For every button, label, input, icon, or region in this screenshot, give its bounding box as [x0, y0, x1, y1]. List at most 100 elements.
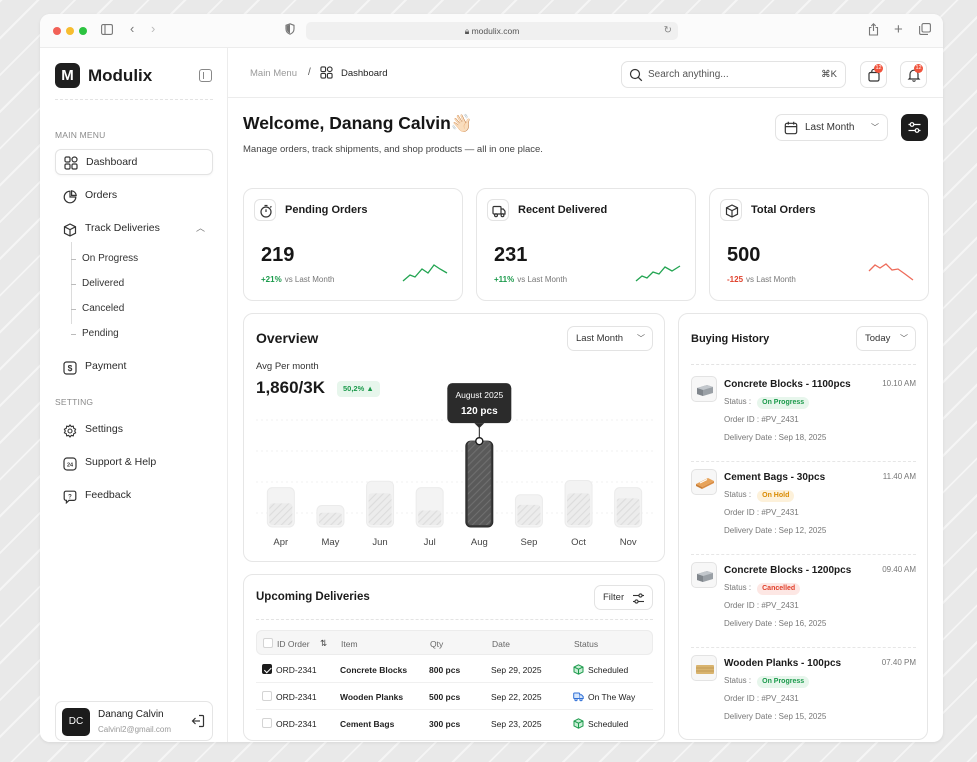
table-row[interactable]: ORD-2341 Wooden Planks 500 pcs Sep 22, 2… [256, 683, 653, 710]
sliders-icon [633, 593, 644, 604]
setting-heading: SETTING [55, 397, 94, 407]
x-axis-tick-label: May [321, 537, 339, 548]
concrete-block-image [697, 571, 713, 582]
table-row[interactable]: ORD-2341 Concrete Blocks 800 pcs Sep 29,… [256, 656, 653, 683]
chart-bar [517, 504, 541, 525]
notifications-button[interactable]: 12 [900, 61, 927, 88]
purchase-name: Concrete Blocks - 1100pcs [724, 379, 851, 390]
column-header-id[interactable]: ID Order [277, 639, 310, 649]
sidebar-subitem-pending[interactable]: Pending [71, 328, 119, 339]
stat-title: Pending Orders [285, 204, 368, 216]
buying-history-title: Buying History [691, 333, 770, 345]
delta-label: vs Last Month [517, 275, 568, 284]
brand-name: Modulix [88, 66, 153, 85]
cart-button[interactable]: 12 [860, 61, 887, 88]
status-label: Status : [724, 676, 752, 685]
back-arrow-icon[interactable]: ‹ [130, 21, 134, 36]
logout-icon[interactable] [191, 714, 205, 728]
sidebar-item-orders[interactable]: Orders [55, 182, 213, 208]
date-range-select[interactable]: Last Month ﹀ [775, 114, 888, 141]
status-label: Status : [724, 583, 752, 592]
search-input[interactable]: Search anything... ⌘K [621, 61, 846, 88]
list-item[interactable]: Cement Bags - 30pcs 11.40 AM Status : On … [691, 469, 916, 555]
tabs-overview-icon[interactable] [919, 23, 931, 38]
sidebar-item-track-deliveries[interactable]: Track Deliveries ︿ [55, 215, 213, 241]
order-status: Scheduled [588, 719, 629, 729]
stat-delta: -125 vs Last Month [727, 275, 796, 284]
select-all-checkbox[interactable] [263, 638, 273, 648]
chevron-up-icon[interactable]: ︿ [196, 215, 205, 241]
stat-title: Total Orders [751, 204, 816, 216]
list-item[interactable]: Concrete Blocks - 1100pcs 10.10 AM Statu… [691, 376, 916, 462]
box-icon [725, 204, 739, 218]
truck-icon [573, 692, 584, 702]
table-row[interactable]: ORD-2341 Cement Bags 300 pcs Sep 23, 202… [256, 710, 653, 737]
concrete-block-image [697, 385, 713, 396]
box-icon [573, 664, 584, 675]
list-item[interactable]: Concrete Blocks - 1200pcs 09.40 AM Statu… [691, 562, 916, 648]
column-header-status: Status [574, 639, 599, 649]
sidebar-subitem-on-progress[interactable]: On Progress [70, 253, 138, 264]
notifications-badge: 12 [914, 64, 923, 73]
filter-button[interactable]: Filter [594, 585, 653, 610]
maximize-window-dot[interactable] [79, 27, 87, 35]
row-checkbox[interactable] [262, 691, 272, 701]
stat-card-recent-delivered: Recent Delivered 231 +11% vs Last Month [476, 188, 696, 301]
chart-bar [567, 493, 591, 525]
order-status: Scheduled [588, 665, 629, 675]
order-id: ORD-2341 [276, 692, 317, 702]
purchase-time: 07.40 PM [881, 658, 916, 667]
minimize-window-dot[interactable] [66, 27, 74, 35]
order-date: Sep 22, 2025 [491, 692, 542, 702]
chart-tooltip-arrow [474, 423, 485, 429]
sidebar-subitem-canceled[interactable]: Canceled [70, 303, 124, 314]
sidebar: M Modulix MAIN MENU Dashboard Orders Tra… [40, 48, 228, 742]
sidebar-item-payment[interactable]: $ Payment [55, 353, 213, 379]
user-name: Danang Calvin [98, 709, 164, 720]
user-profile-card[interactable]: DC Danang Calvin Calvinl2@gmail.com [55, 701, 213, 741]
reload-icon[interactable]: ↻ [664, 22, 672, 40]
chevron-down-icon: ﹀ [871, 123, 879, 132]
dollar-icon: $ [63, 359, 77, 375]
address-bar[interactable]: 🔒︎ modulix.com ↻ [306, 22, 678, 40]
new-tab-plus-icon[interactable]: + [894, 21, 903, 38]
sidebar-item-label: Track Deliveries [85, 222, 160, 234]
filter-settings-button[interactable] [901, 114, 928, 141]
share-icon[interactable] [868, 23, 879, 39]
order-qty: 300 pcs [429, 719, 461, 729]
sidebar-item-dashboard[interactable]: Dashboard [55, 149, 213, 175]
subnav-tree-line [71, 242, 72, 324]
list-item[interactable]: Wooden Planks - 100pcs 07.40 PM Status :… [691, 655, 916, 735]
purchase-status-line: Status : Cancelled [724, 583, 801, 595]
sparkline-down [868, 263, 914, 281]
sidebar-item-support[interactable]: 24 Support & Help [55, 449, 213, 475]
purchase-time: 09.40 AM [882, 565, 916, 574]
sidebar-item-settings[interactable]: Settings [55, 416, 213, 442]
sidebar-item-feedback[interactable]: ? Feedback [55, 482, 213, 508]
buying-history-period-select[interactable]: Today ﹀ [856, 326, 916, 351]
user-email: Calvinl2@gmail.com [98, 725, 172, 734]
purchase-name: Cement Bags - 30pcs [724, 472, 826, 483]
row-checkbox[interactable] [262, 718, 272, 728]
forward-arrow-icon[interactable]: › [151, 21, 155, 36]
purchase-status-line: Status : On Progress [724, 397, 810, 409]
sidebar-item-label: Dashboard [86, 156, 138, 168]
sidebar-toggle-icon[interactable] [101, 23, 113, 38]
product-thumbnail [691, 562, 717, 588]
column-header-qty: Qty [430, 639, 444, 649]
row-checkbox[interactable] [262, 664, 272, 674]
sidebar-item-label: Support & Help [85, 456, 157, 468]
subitem-label: Delivered [82, 278, 125, 289]
collapse-sidebar-icon[interactable] [199, 69, 212, 82]
close-window-dot[interactable] [53, 27, 61, 35]
chart-bar [269, 503, 293, 525]
order-item: Concrete Blocks [340, 665, 408, 675]
breadcrumb-main-menu[interactable]: Main Menu [250, 68, 297, 79]
cart-badge: 12 [874, 64, 883, 73]
column-header-date: Date [492, 639, 510, 649]
support-24-icon: 24 [63, 455, 77, 471]
order-item: Wooden Planks [340, 692, 404, 702]
sidebar-subitem-delivered[interactable]: Delivered [70, 278, 125, 289]
box-icon [573, 718, 584, 729]
sort-icon[interactable]: ⇅ [320, 638, 327, 649]
